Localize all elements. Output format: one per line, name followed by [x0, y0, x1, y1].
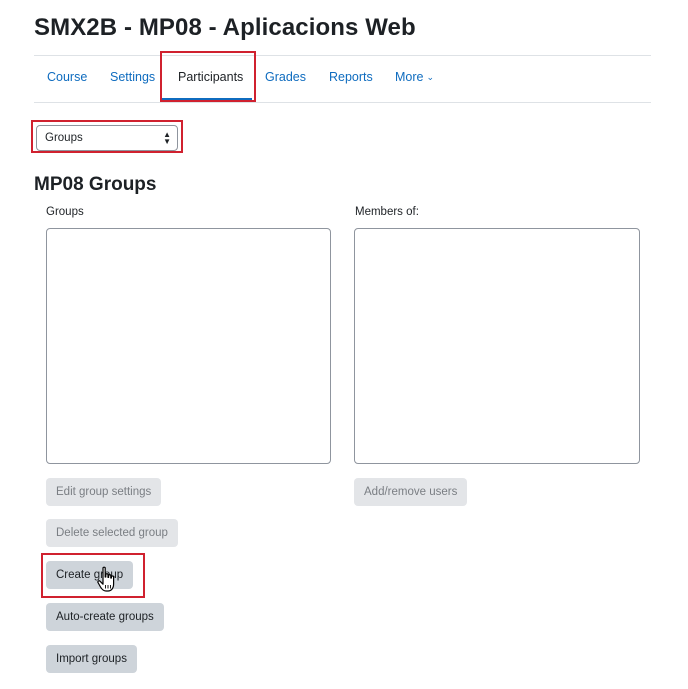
create-group-button[interactable]: Create group: [46, 561, 134, 589]
delete-selected-group-button[interactable]: Delete selected group: [46, 519, 178, 547]
hand-pointer-icon: [97, 566, 115, 592]
tab-course[interactable]: Course: [47, 70, 87, 84]
sort-arrows-icon: ▲ ▼: [163, 130, 171, 146]
import-groups-button[interactable]: Import groups: [46, 645, 137, 673]
tab-reports[interactable]: Reports: [329, 70, 373, 84]
page-navigation-select[interactable]: Groups ▲ ▼: [36, 125, 178, 151]
groups-listbox[interactable]: [46, 228, 331, 464]
auto-create-groups-button[interactable]: Auto-create groups: [46, 603, 164, 631]
members-listbox[interactable]: [354, 228, 640, 464]
tab-grades[interactable]: Grades: [265, 70, 306, 84]
page-navigation-select-value: Groups: [45, 132, 83, 144]
tab-more[interactable]: More ⌄: [395, 70, 434, 84]
add-remove-users-button[interactable]: Add/remove users: [354, 478, 468, 506]
tab-more-label: More: [395, 70, 424, 84]
groups-label: Groups: [46, 206, 84, 218]
edit-group-settings-button[interactable]: Edit group settings: [46, 478, 162, 506]
active-tab-indicator: [162, 98, 252, 101]
members-label: Members of:: [355, 206, 419, 218]
page-title: MP08 Groups: [34, 174, 157, 195]
nav-top-divider: [34, 55, 651, 56]
course-title: SMX2B - MP08 - Aplicacions Web: [34, 14, 416, 41]
nav-bottom-divider: [34, 102, 651, 103]
chevron-down-icon: ⌄: [426, 72, 435, 82]
tab-participants[interactable]: Participants: [178, 70, 243, 84]
tab-settings[interactable]: Settings: [110, 70, 155, 84]
